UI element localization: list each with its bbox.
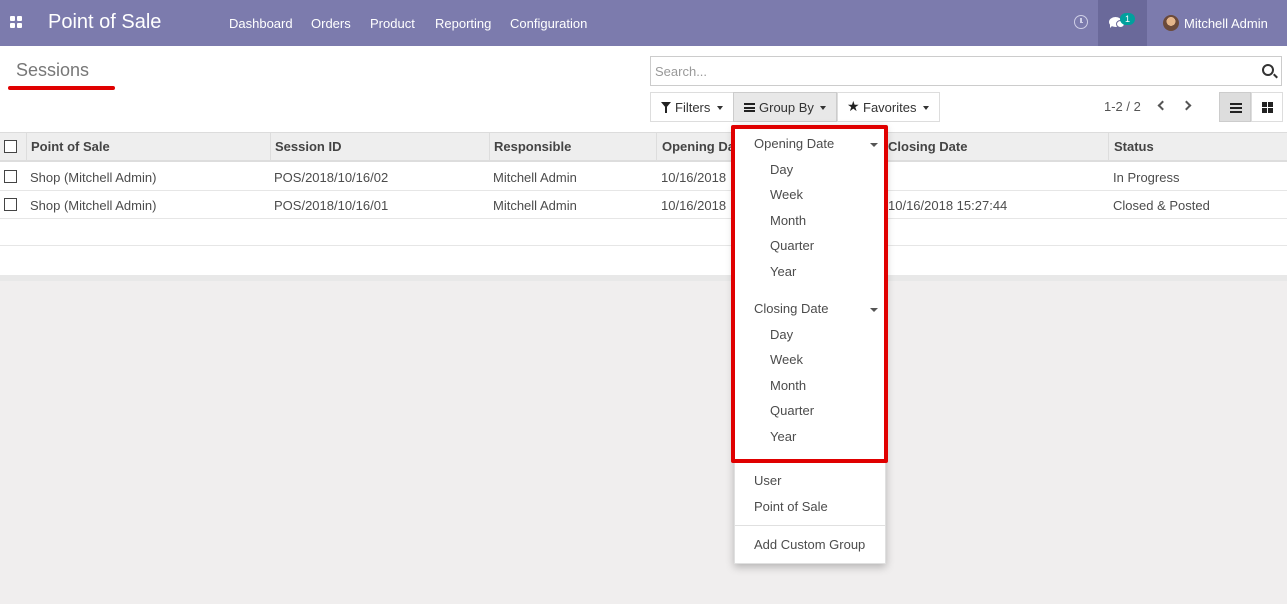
- filters-label: Filters: [675, 100, 711, 115]
- dropdown-divider: [735, 525, 885, 526]
- cell-opening-date: 10/16/2018: [661, 198, 727, 213]
- row-checkbox[interactable]: [4, 170, 17, 183]
- cell-status: In Progress: [1113, 170, 1180, 185]
- cell-point-of-sale: Shop (Mitchell Admin): [30, 198, 157, 213]
- list-view-button[interactable]: [1219, 92, 1251, 122]
- cell-responsible: Mitchell Admin: [493, 198, 577, 213]
- cell-status: Closed & Posted: [1113, 198, 1210, 213]
- caret-down-icon: [923, 106, 929, 110]
- menu-reporting[interactable]: Reporting: [435, 16, 491, 31]
- cell-responsible: Mitchell Admin: [493, 170, 577, 185]
- table-header: Point of Sale Session ID Responsible Ope…: [0, 133, 1287, 162]
- column-separator: [26, 133, 27, 162]
- menu-orders[interactable]: Orders: [311, 16, 351, 31]
- list-view-icon: [1230, 103, 1242, 113]
- star-icon: ★: [847, 98, 860, 114]
- groupby-user[interactable]: User: [754, 473, 781, 488]
- app-title: Point of Sale: [48, 11, 162, 33]
- caret-down-icon: [820, 106, 826, 110]
- top-navbar: Point of Sale Dashboard Orders Product R…: [0, 0, 1287, 46]
- column-status[interactable]: Status: [1114, 139, 1154, 154]
- favorites-label: Favorites: [863, 100, 917, 115]
- bars-icon: [744, 103, 755, 112]
- chat-badge: 1: [1120, 13, 1136, 25]
- apps-menu-icon[interactable]: [10, 16, 23, 29]
- cell-point-of-sale: Shop (Mitchell Admin): [30, 170, 157, 185]
- user-menu[interactable]: Mitchell Admin: [1184, 16, 1268, 31]
- table-row[interactable]: Shop (Mitchell Admin) POS/2018/10/16/01 …: [0, 191, 1287, 219]
- activity-clock-icon[interactable]: [1074, 15, 1088, 29]
- column-separator: [1108, 133, 1109, 162]
- menu-configuration[interactable]: Configuration: [510, 16, 587, 31]
- menu-dashboard[interactable]: Dashboard: [229, 16, 293, 31]
- page-title: Sessions: [16, 60, 90, 80]
- search-input[interactable]: [655, 62, 1245, 80]
- column-session-id[interactable]: Session ID: [275, 139, 341, 154]
- column-separator: [270, 133, 271, 162]
- cell-closing-date: 10/16/2018 15:27:44: [888, 198, 1008, 213]
- groupby-button[interactable]: Group By: [733, 92, 837, 122]
- filter-icon: [661, 102, 671, 113]
- pager-next-icon[interactable]: [1181, 100, 1192, 111]
- title-underline-annotation: [8, 86, 115, 90]
- select-all-checkbox[interactable]: [4, 140, 17, 153]
- sessions-list: Point of Sale Session ID Responsible Ope…: [0, 133, 1287, 281]
- kanban-view-button[interactable]: [1251, 92, 1283, 122]
- groupby-label: Group By: [759, 100, 814, 115]
- cell-opening-date: 10/16/2018: [661, 170, 727, 185]
- search-box: [650, 56, 1282, 86]
- pager-previous-icon[interactable]: [1157, 100, 1168, 111]
- column-separator: [656, 133, 657, 162]
- column-separator: [489, 133, 490, 162]
- column-closing-date[interactable]: Closing Date: [888, 139, 967, 154]
- add-custom-group-button[interactable]: Add Custom Group: [754, 537, 865, 552]
- control-panel: Sessions Filters Group By ★ Favorites 1-…: [0, 46, 1287, 133]
- groupby-point-of-sale[interactable]: Point of Sale: [754, 499, 828, 514]
- cell-session-id: POS/2018/10/16/01: [274, 198, 389, 213]
- favorites-button[interactable]: ★ Favorites: [837, 92, 940, 122]
- column-point-of-sale[interactable]: Point of Sale: [31, 139, 110, 154]
- column-responsible[interactable]: Responsible: [494, 139, 571, 154]
- cell-session-id: POS/2018/10/16/02: [274, 170, 389, 185]
- menu-product[interactable]: Product: [370, 16, 415, 31]
- empty-row: [0, 219, 1287, 246]
- empty-row: [0, 246, 1287, 273]
- pager-value[interactable]: 1-2 / 2: [1104, 99, 1141, 114]
- highlight-annotation-box: [731, 125, 888, 463]
- search-icon[interactable]: [1262, 64, 1274, 76]
- caret-down-icon: [717, 106, 723, 110]
- table-row[interactable]: Shop (Mitchell Admin) POS/2018/10/16/02 …: [0, 163, 1287, 191]
- row-checkbox[interactable]: [4, 198, 17, 211]
- user-avatar[interactable]: [1163, 15, 1179, 31]
- filters-button[interactable]: Filters: [650, 92, 734, 122]
- messaging-button[interactable]: 1: [1098, 0, 1147, 46]
